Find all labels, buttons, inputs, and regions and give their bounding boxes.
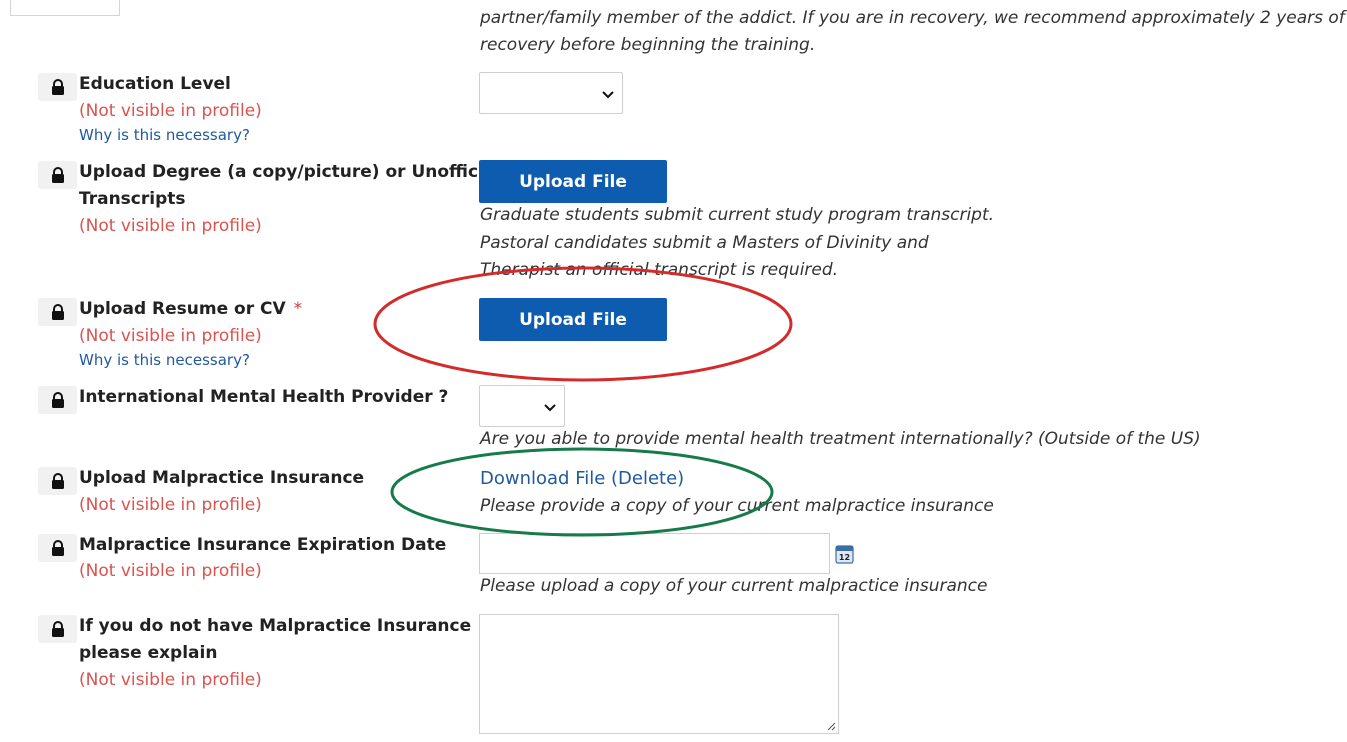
international-provider-select[interactable] [479, 385, 565, 427]
previous-field-help-line1: partner/family member of the addict. If … [480, 8, 1345, 28]
malpractice-help: Please provide a copy of your current ma… [480, 496, 994, 516]
degree-help-line1: Graduate students submit current study p… [480, 205, 995, 225]
lock-icon [38, 615, 77, 643]
international-provider-label: International Mental Health Provider ? [79, 387, 449, 407]
upload-degree-button[interactable]: Upload File [479, 160, 667, 203]
previous-field-box[interactable] [10, 0, 120, 16]
education-level-label: Education Level [79, 74, 231, 94]
delete-file-link[interactable]: (Delete) [611, 465, 684, 492]
not-visible-note: (Not visible in profile) [79, 326, 262, 346]
upload-resume-button[interactable]: Upload File [479, 298, 667, 341]
education-level-select[interactable] [479, 72, 623, 114]
lock-icon [38, 298, 77, 326]
explain-label-line2: please explain [79, 643, 218, 663]
degree-help-line2: Pastoral candidates submit a Masters of … [480, 233, 929, 253]
explain-textarea[interactable] [479, 614, 839, 734]
upload-resume-label-text: Upload Resume or CV [79, 299, 286, 319]
expiration-help: Please upload a copy of your current mal… [480, 576, 988, 596]
lock-icon [38, 73, 77, 101]
chevron-down-icon [602, 84, 614, 103]
upload-degree-label-line1: Upload Degree (a copy/picture) or Unoffi… [79, 162, 502, 182]
required-asterisk: * [293, 299, 303, 319]
previous-field-help-line2: recovery before beginning the training. [480, 35, 816, 55]
why-necessary-link[interactable]: Why is this necessary? [79, 350, 250, 370]
explain-label-line1: If you do not have Malpractice Insurance [79, 616, 472, 636]
not-visible-note: (Not visible in profile) [79, 216, 262, 236]
lock-icon [38, 467, 77, 495]
chevron-down-icon [544, 397, 556, 416]
upload-degree-label-line2: Transcripts [79, 189, 186, 209]
not-visible-note: (Not visible in profile) [79, 670, 262, 690]
expiration-date-input[interactable] [479, 533, 830, 574]
lock-icon [38, 386, 77, 414]
degree-help-line3: Therapist an official transcript is requ… [480, 260, 839, 280]
upload-resume-label: Upload Resume or CV * [79, 296, 302, 323]
why-necessary-link[interactable]: Why is this necessary? [79, 125, 250, 145]
not-visible-note: (Not visible in profile) [79, 101, 262, 121]
lock-icon [38, 161, 77, 189]
not-visible-note: (Not visible in profile) [79, 561, 262, 581]
not-visible-note: (Not visible in profile) [79, 495, 262, 515]
green-highlight-ellipse [390, 447, 774, 537]
download-file-link[interactable]: Download File [480, 465, 605, 492]
lock-icon [38, 534, 77, 562]
calendar-day-text: 12 [839, 553, 850, 562]
upload-malpractice-label: Upload Malpractice Insurance [79, 468, 365, 488]
expiration-date-label: Malpractice Insurance Expiration Date [79, 535, 447, 555]
resize-handle-icon[interactable] [826, 721, 836, 731]
international-help: Are you able to provide mental health tr… [480, 429, 1201, 449]
calendar-icon[interactable]: 12 [835, 544, 854, 564]
